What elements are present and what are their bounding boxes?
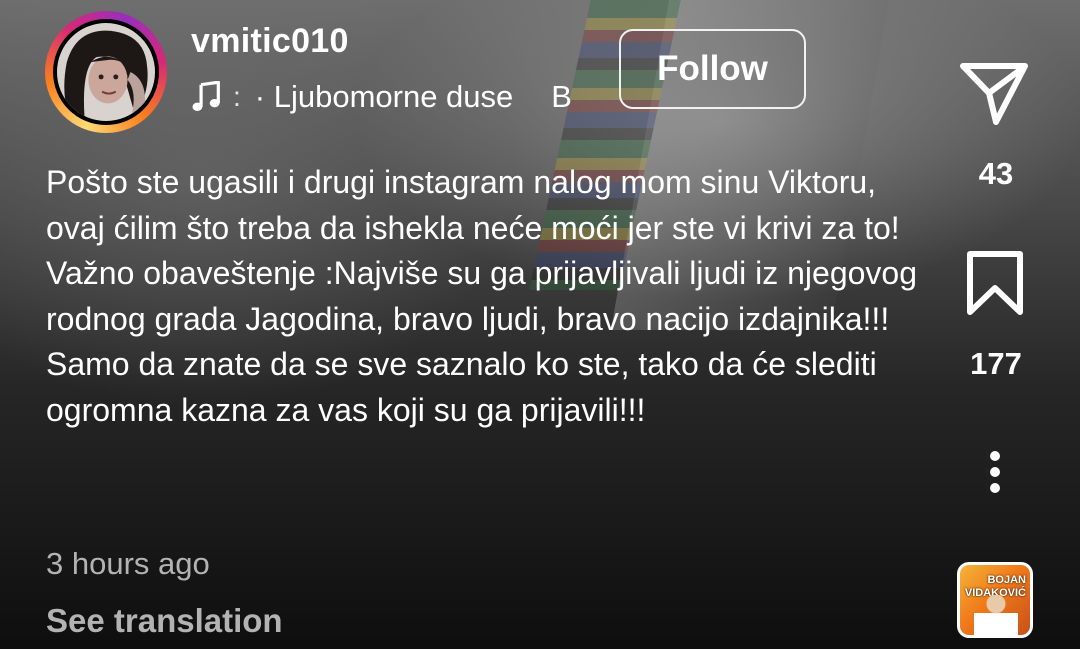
post-caption[interactable]: Pošto ste ugasili i drugi instagram nalo…: [46, 160, 926, 433]
avatar: [53, 19, 159, 125]
audio-thumbnail-artist-image: [974, 595, 1018, 635]
send-count: 43: [978, 156, 1014, 191]
save-count: 177: [970, 346, 1022, 381]
avatar-image: [57, 23, 155, 121]
music-separator: :: [233, 81, 241, 112]
music-song-title: · Ljubomorne duse: [254, 79, 514, 114]
audio-thumbnail-line1: BOJAN: [987, 574, 1026, 586]
more-vertical-icon[interactable]: [980, 450, 1010, 495]
audio-thumbnail[interactable]: BOJAN VIDAKOVIĆ: [957, 562, 1033, 638]
send-icon[interactable]: [958, 60, 1030, 128]
music-info[interactable]: : · Ljubomorne duse B: [191, 77, 572, 117]
bookmark-icon[interactable]: [965, 250, 1025, 316]
music-artist: B: [551, 79, 572, 114]
username[interactable]: vmitic010: [191, 22, 349, 61]
avatar-story-ring[interactable]: [45, 11, 167, 133]
follow-button[interactable]: Follow: [619, 29, 806, 109]
see-translation-link[interactable]: See translation: [46, 602, 283, 640]
avatar-portrait: [57, 23, 155, 121]
post-timestamp: 3 hours ago: [46, 546, 210, 581]
music-note-icon: [191, 81, 221, 113]
